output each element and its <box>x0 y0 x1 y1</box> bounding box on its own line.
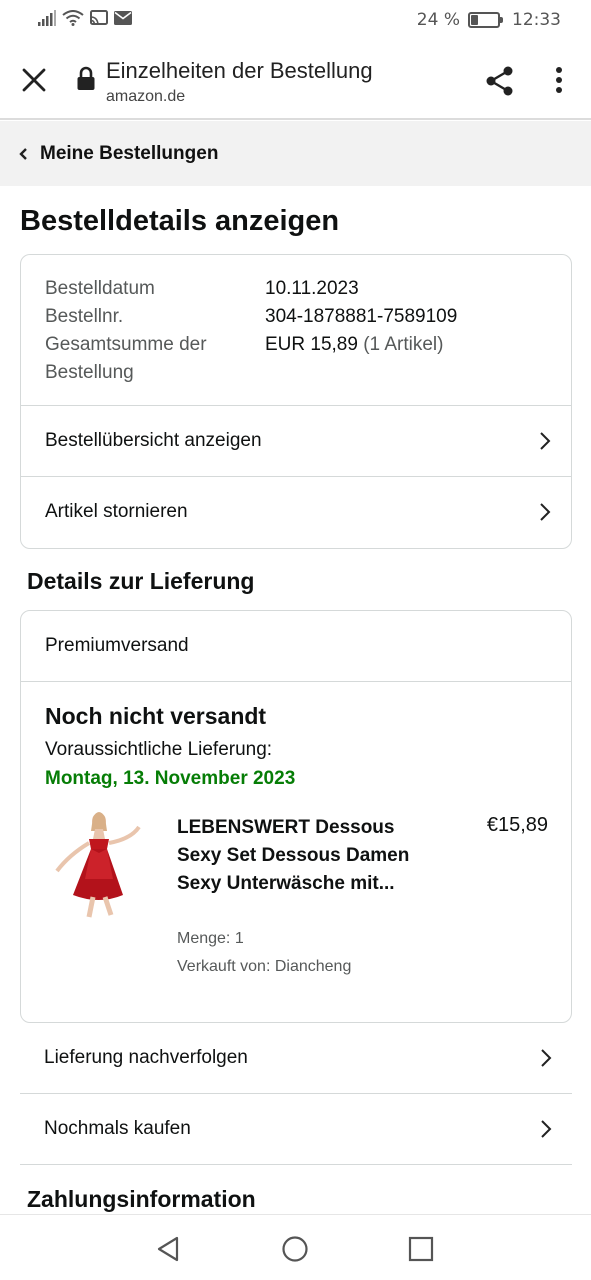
product-quantity: Menge: 1 <box>177 930 244 947</box>
order-total-label: Gesamtsumme der Bestellung <box>45 334 207 383</box>
delivery-card: Premiumversand Noch nicht versandt Vorau… <box>20 610 572 1023</box>
share-icon[interactable] <box>484 65 516 97</box>
lock-icon <box>77 66 95 90</box>
breadcrumb-label: Meine Bestellungen <box>40 142 219 164</box>
status-icons-right: 24 % 12:33 <box>417 10 561 30</box>
payment-section-title: Zahlungsinformation <box>27 1186 256 1212</box>
cancel-items-link[interactable]: Artikel stornieren <box>21 476 571 547</box>
chevron-right-icon <box>541 1049 552 1067</box>
status-icons-left <box>38 10 132 26</box>
buy-again-link[interactable]: Nochmals kaufen <box>20 1094 572 1165</box>
more-vert-icon[interactable] <box>548 66 570 96</box>
eta-date: Montag, 13. November 2023 <box>45 768 296 789</box>
buy-again-label: Nochmals kaufen <box>44 1118 191 1139</box>
system-nav-bar <box>0 1214 591 1280</box>
order-number-label: Bestellnr. <box>45 306 124 327</box>
home-icon[interactable] <box>281 1235 309 1263</box>
mail-icon <box>114 11 132 25</box>
order-number-value: 304-1878881-7589109 <box>265 306 458 327</box>
recents-icon[interactable] <box>407 1235 435 1263</box>
view-order-summary-link[interactable]: Bestellübersicht anzeigen <box>21 405 571 476</box>
order-summary-grid: Bestelldatum 10.11.2023 Bestellnr. 304-1… <box>45 275 555 387</box>
eta-label: Voraussichtliche Lieferung: <box>45 739 273 760</box>
close-icon[interactable] <box>20 66 48 94</box>
product-price: €15,89 <box>486 814 548 836</box>
chevron-left-icon <box>19 147 27 160</box>
page-heading: Einzelheiten der Bestellung <box>106 58 373 83</box>
back-icon[interactable] <box>155 1235 183 1263</box>
shipment-status: Noch nicht versandt <box>45 703 267 729</box>
battery-percent: 24 % <box>416 10 460 30</box>
delivery-section-title: Details zur Lieferung <box>27 568 255 594</box>
page-title: Bestelldetails anzeigen <box>20 205 340 237</box>
chevron-right-icon <box>541 1120 552 1138</box>
clock: 12:33 <box>512 10 561 30</box>
wifi-icon <box>62 10 84 26</box>
order-date-label: Bestelldatum <box>45 278 155 299</box>
cancel-items-label: Artikel stornieren <box>45 501 188 522</box>
view-order-summary-label: Bestellübersicht anzeigen <box>45 430 262 451</box>
signal-icon <box>38 10 56 26</box>
product-title[interactable]: LEBENSWERT Dessous Sexy Set Dessous Dame… <box>177 814 427 898</box>
status-bar: 24 % 12:33 <box>0 0 591 42</box>
battery-icon <box>468 12 503 28</box>
page-domain: amazon.de <box>106 88 186 105</box>
cast-icon <box>90 10 108 25</box>
track-package-link[interactable]: Lieferung nachverfolgen <box>20 1023 572 1094</box>
order-date-value: 10.11.2023 <box>265 278 359 299</box>
shipping-type: Premiumversand <box>21 611 571 682</box>
chevron-right-icon <box>540 503 551 521</box>
order-item-count: (1 Artikel) <box>363 334 444 355</box>
product-seller: Verkauft von: Diancheng <box>177 958 352 975</box>
order-summary-card: Bestelldatum 10.11.2023 Bestellnr. 304-1… <box>20 254 572 549</box>
product-image[interactable] <box>49 809 149 921</box>
breadcrumb[interactable]: Meine Bestellungen <box>0 121 591 186</box>
track-package-label: Lieferung nachverfolgen <box>44 1047 248 1068</box>
browser-header: Einzelheiten der Bestellung amazon.de <box>0 42 591 120</box>
order-total-value: EUR 15,89 <box>265 334 358 355</box>
chevron-right-icon <box>540 432 551 450</box>
